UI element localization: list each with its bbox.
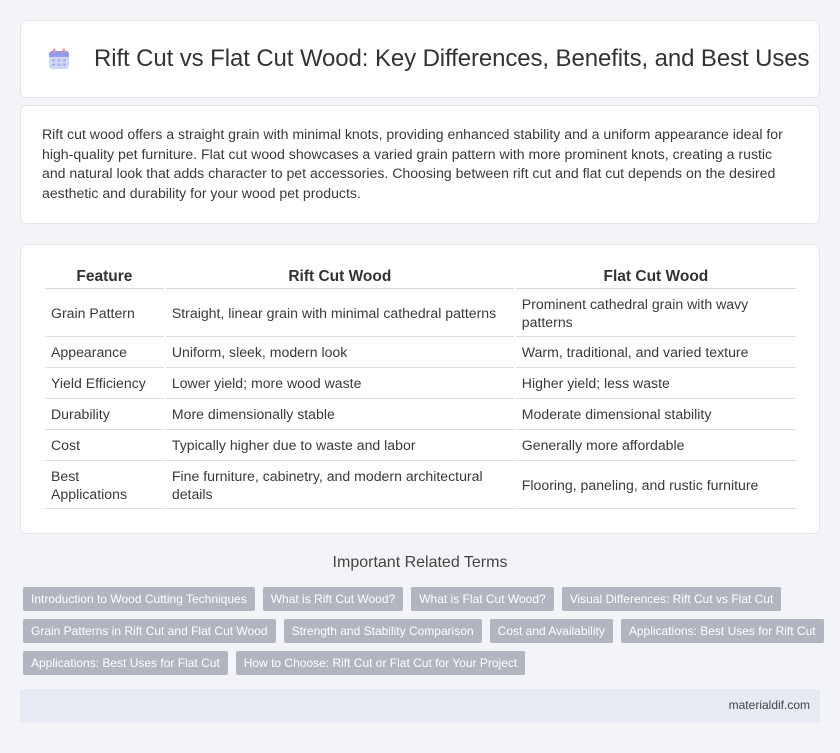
related-term-tag[interactable]: How to Choose: Rift Cut or Flat Cut for … — [235, 651, 526, 675]
row-rift-value: More dimensionally stable — [165, 399, 514, 430]
calendar-icon — [49, 48, 69, 69]
row-flat-value: Flooring, paneling, and rustic furniture — [515, 461, 796, 509]
row-rift-value: Lower yield; more wood waste — [165, 368, 514, 399]
row-flat-value: Moderate dimensional stability — [515, 399, 796, 430]
footer-site-name[interactable]: materialdif.com — [729, 698, 810, 712]
row-feature: Best Applications — [45, 461, 164, 509]
row-feature: Grain Pattern — [45, 289, 164, 337]
related-term-tag[interactable]: What is Flat Cut Wood? — [411, 587, 554, 611]
table-row: Durability More dimensionally stable Mod… — [45, 399, 796, 430]
table-row: Best Applications Fine furniture, cabine… — [45, 461, 796, 509]
table-header-row: Feature Rift Cut Wood Flat Cut Wood — [45, 265, 796, 289]
row-feature: Appearance — [45, 337, 164, 368]
intro-card: Rift cut wood offers a straight grain wi… — [20, 105, 820, 224]
row-flat-value: Prominent cathedral grain with wavy patt… — [515, 289, 796, 337]
row-flat-value: Warm, traditional, and varied texture — [515, 337, 796, 368]
row-flat-value: Generally more affordable — [515, 430, 796, 461]
table-row: Appearance Uniform, sleek, modern look W… — [45, 337, 796, 368]
row-rift-value: Uniform, sleek, modern look — [165, 337, 514, 368]
comparison-table: Feature Rift Cut Wood Flat Cut Wood Grai… — [43, 265, 798, 509]
row-rift-value: Straight, linear grain with minimal cath… — [165, 289, 514, 337]
header-rift-cut: Rift Cut Wood — [165, 265, 514, 289]
header-flat-cut: Flat Cut Wood — [515, 265, 796, 289]
header-feature: Feature — [45, 265, 164, 289]
related-term-tag[interactable]: Introduction to Wood Cutting Techniques — [23, 587, 255, 611]
related-term-tag[interactable]: Grain Patterns in Rift Cut and Flat Cut … — [23, 619, 276, 643]
related-term-tag[interactable]: Applications: Best Uses for Rift Cut — [620, 619, 824, 643]
related-term-tag[interactable]: Applications: Best Uses for Flat Cut — [23, 651, 228, 675]
table-row: Grain Pattern Straight, linear grain wit… — [45, 289, 796, 337]
related-term-tag[interactable]: Cost and Availability — [489, 619, 613, 643]
related-term-tag[interactable]: Strength and Stability Comparison — [283, 619, 482, 643]
row-feature: Durability — [45, 399, 164, 430]
related-term-tag[interactable]: Visual Differences: Rift Cut vs Flat Cut — [561, 587, 782, 611]
row-feature: Cost — [45, 430, 164, 461]
footer-bar: materialdif.com — [20, 689, 820, 722]
comparison-table-card: Feature Rift Cut Wood Flat Cut Wood Grai… — [20, 244, 820, 534]
row-rift-value: Fine furniture, cabinetry, and modern ar… — [165, 461, 514, 509]
row-flat-value: Higher yield; less waste — [515, 368, 796, 399]
table-row: Yield Efficiency Lower yield; more wood … — [45, 368, 796, 399]
table-row: Cost Typically higher due to waste and l… — [45, 430, 796, 461]
row-rift-value: Typically higher due to waste and labor — [165, 430, 514, 461]
related-terms-heading: Important Related Terms — [332, 554, 508, 571]
page-title: Rift Cut vs Flat Cut Wood: Key Differenc… — [94, 45, 810, 72]
related-terms-tags: Introduction to Wood Cutting Techniques … — [23, 587, 824, 683]
intro-paragraph: Rift cut wood offers a straight grain wi… — [42, 126, 783, 201]
row-feature: Yield Efficiency — [45, 368, 164, 399]
related-term-tag[interactable]: What is Rift Cut Wood? — [262, 587, 404, 611]
title-card: Rift Cut vs Flat Cut Wood: Key Differenc… — [20, 20, 820, 98]
